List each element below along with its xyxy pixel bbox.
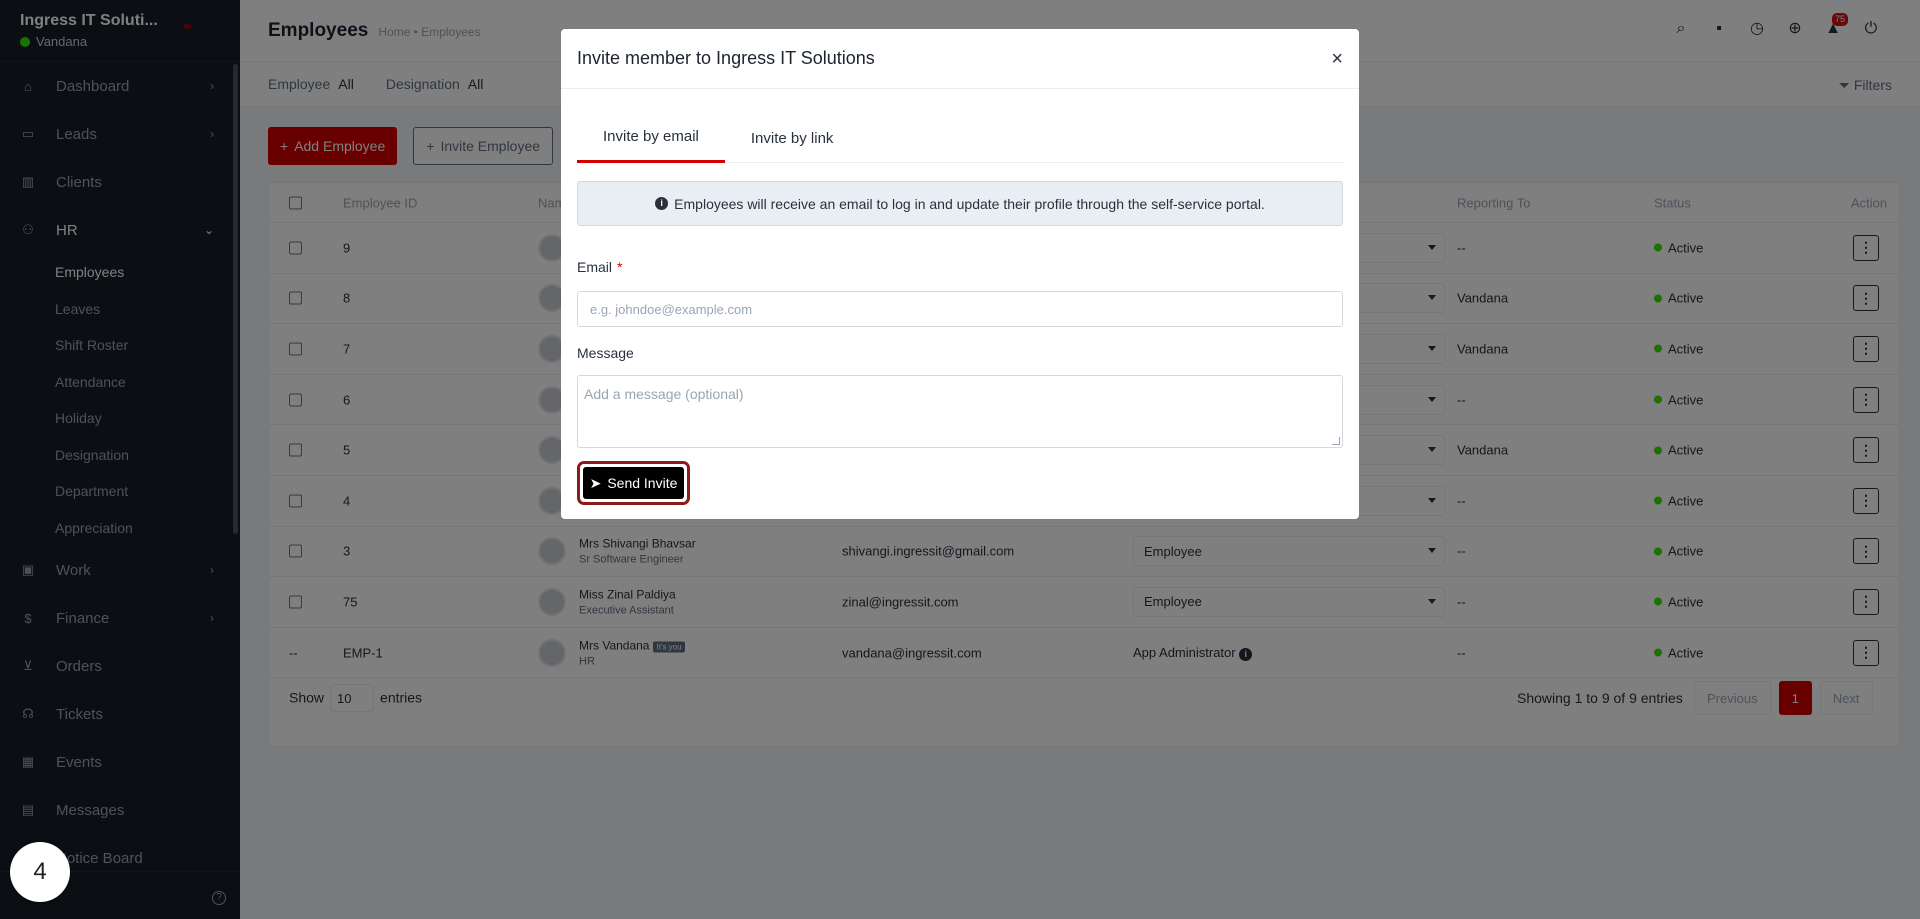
send-invite-label: Send Invite	[607, 475, 678, 491]
email-label: Email *	[577, 259, 622, 275]
info-icon: i	[655, 197, 669, 210]
message-label: Message	[577, 345, 634, 361]
message-placeholder: Add a message (optional)	[584, 386, 744, 402]
modal-title: Invite member to Ingress IT Solutions	[577, 48, 875, 68]
tab-invite-by-link[interactable]: Invite by link	[725, 113, 860, 163]
message-textarea[interactable]: Add a message (optional)	[577, 375, 1343, 448]
info-text: Employees will receive an email to log i…	[674, 195, 1265, 212]
send-invite-highlight: ➤ Send Invite	[577, 461, 690, 505]
email-label-text: Email	[577, 259, 613, 275]
resize-handle-icon[interactable]	[1332, 437, 1340, 445]
required-marker: *	[617, 259, 623, 275]
invite-member-modal: Invite member to Ingress IT Solutions × …	[561, 29, 1359, 519]
email-field[interactable]: e.g. johndoe@example.com	[577, 291, 1343, 327]
send-invite-wrapper: ➤ Send Invite	[577, 461, 690, 505]
paper-plane-icon: ➤	[589, 474, 602, 491]
info-alert: i Employees will receive an email to log…	[577, 181, 1343, 226]
modal-header: Invite member to Ingress IT Solutions ×	[561, 29, 1359, 89]
tab-invite-by-email[interactable]: Invite by email	[577, 113, 725, 163]
invite-tabs: Invite by email Invite by link	[577, 113, 1343, 163]
send-invite-button[interactable]: ➤ Send Invite	[583, 467, 684, 499]
step-badge: 4	[10, 842, 70, 902]
close-icon[interactable]: ×	[1331, 49, 1343, 69]
